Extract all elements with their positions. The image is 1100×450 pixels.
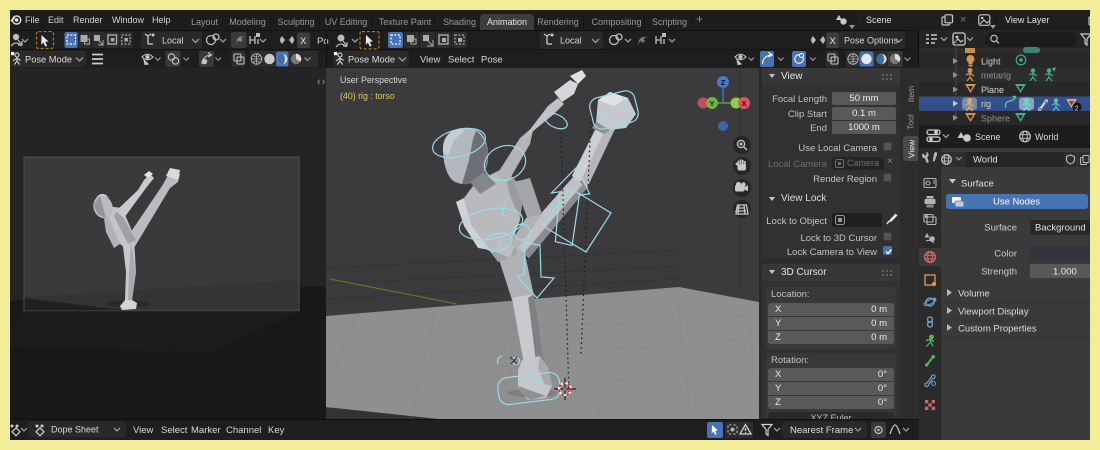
svg-text:Surface: Surface: [984, 223, 1017, 234]
svg-text:World: World: [1035, 132, 1058, 142]
svg-text:Pose Options: Pose Options: [844, 36, 899, 46]
svg-text:Scene: Scene: [975, 132, 1001, 142]
svg-text:rig: rig: [981, 99, 991, 109]
svg-text:Use Nodes: Use Nodes: [993, 197, 1040, 208]
svg-text:Channel: Channel: [226, 425, 261, 436]
svg-text:Nearest Frame: Nearest Frame: [790, 425, 853, 436]
svg-text:Color: Color: [994, 249, 1017, 260]
svg-text:Pose Mode: Pose Mode: [25, 55, 72, 65]
svg-text:User Perspective: User Perspective: [340, 75, 407, 85]
svg-text:Pose: Pose: [481, 55, 503, 66]
svg-text:Select: Select: [161, 425, 188, 436]
svg-text:Custom Properties: Custom Properties: [958, 324, 1037, 335]
svg-text:Plane: Plane: [981, 85, 1004, 95]
svg-text:Marker: Marker: [191, 425, 221, 436]
svg-text:Local: Local: [560, 36, 582, 46]
svg-text:View: View: [133, 425, 154, 436]
svg-text:Dope Sheet: Dope Sheet: [51, 425, 99, 435]
svg-text:Strength: Strength: [981, 267, 1017, 278]
svg-text:Local: Local: [162, 36, 184, 46]
svg-text:Sphere: Sphere: [981, 114, 1010, 124]
svg-text:Select: Select: [448, 55, 475, 66]
svg-text:Pose Mode: Pose Mode: [348, 55, 395, 65]
svg-text:X: X: [300, 36, 307, 47]
svg-text:Volume: Volume: [958, 289, 990, 300]
svg-text:World: World: [973, 155, 998, 166]
svg-text:Y: Y: [709, 99, 714, 108]
svg-text:Z: Z: [721, 78, 726, 87]
svg-text:Surface: Surface: [961, 179, 994, 190]
svg-text:View: View: [420, 55, 441, 66]
svg-text:(40) rig : torso: (40) rig : torso: [340, 91, 395, 101]
svg-text:Light: Light: [981, 57, 1001, 67]
svg-text:metarig: metarig: [981, 71, 1011, 81]
svg-text:1.000: 1.000: [1053, 267, 1077, 278]
svg-text:Viewport Display: Viewport Display: [958, 307, 1029, 318]
svg-text:Key: Key: [268, 425, 285, 436]
svg-text:2: 2: [1075, 106, 1079, 113]
svg-text:Background: Background: [1035, 223, 1086, 234]
svg-text:X: X: [741, 99, 746, 108]
svg-text:X: X: [830, 36, 837, 47]
